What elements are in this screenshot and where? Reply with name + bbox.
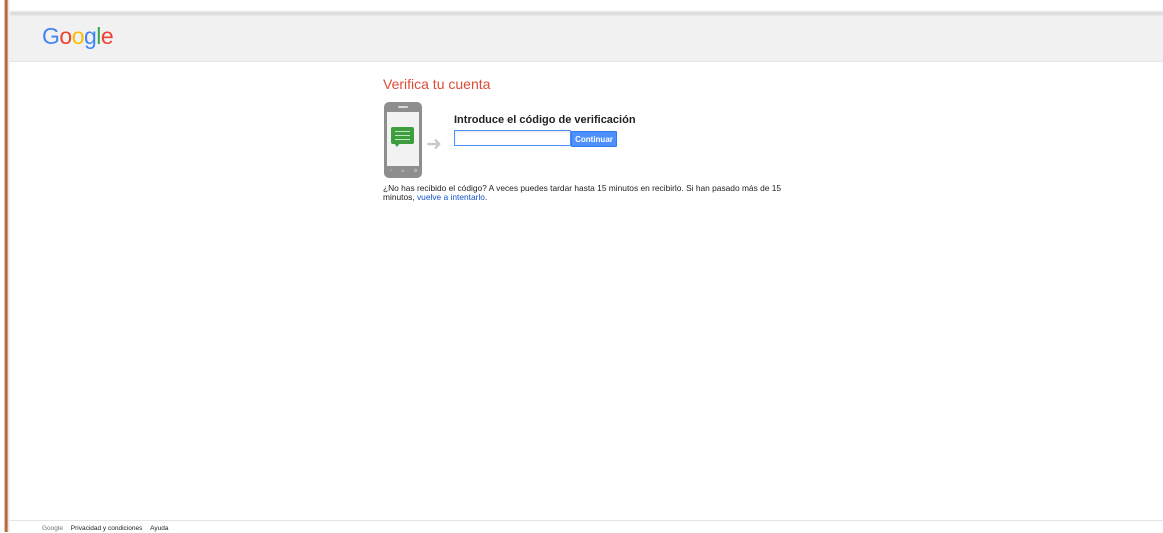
main-content: Verifica tu cuenta ▪ ▲ ◆ ➜ Introduce el …: [383, 75, 803, 202]
phone-sms-icon: ▪ ▲ ◆: [384, 102, 422, 178]
help-text: ¿No has recibido el código? A veces pued…: [383, 184, 803, 202]
verification-code-label: Introduce el código de verificación: [454, 114, 636, 126]
logo-letter: o: [59, 23, 72, 49]
message-bubble-tail: [394, 143, 400, 147]
header-bar: Google: [10, 16, 1163, 62]
page-frame: Google Verifica tu cuenta ▪ ▲ ◆ ➜ Introd…: [0, 0, 1163, 533]
footer-link-help[interactable]: Ayuda: [150, 525, 168, 532]
retry-link[interactable]: vuelve a intentarlo: [417, 192, 485, 202]
logo-letter: g: [83, 23, 97, 49]
help-text-suffix: .: [484, 192, 488, 202]
window-top-edge: [10, 0, 1163, 16]
footer-brand: Google: [42, 525, 63, 532]
footer-links: Google Privacidad y condiciones Ayuda: [42, 525, 168, 532]
logo-letter: e: [100, 23, 114, 49]
verification-code-input[interactable]: [454, 130, 571, 146]
page-title: Verifica tu cuenta: [383, 76, 491, 92]
window-border: [0, 0, 10, 532]
logo-letter: o: [71, 23, 85, 49]
logo-letter: G: [42, 23, 60, 49]
continue-button[interactable]: Continuar: [571, 131, 617, 147]
arrow-right-icon: ➜: [426, 134, 442, 155]
google-logo[interactable]: Google: [42, 21, 114, 51]
footer: Google Privacidad y condiciones Ayuda: [10, 520, 1163, 533]
footer-link-privacy[interactable]: Privacidad y condiciones: [71, 525, 143, 532]
phone-app-icons: ▪ ▲ ◆: [390, 168, 422, 174]
message-bubble-icon: [391, 127, 414, 144]
phone-speaker: [398, 106, 408, 108]
phone-screen: ▪ ▲ ◆: [387, 112, 419, 174]
